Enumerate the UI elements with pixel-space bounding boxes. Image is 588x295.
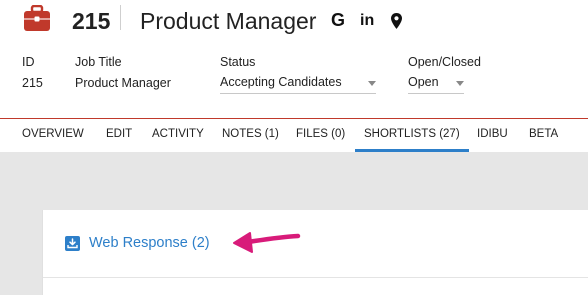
tab-overview[interactable]: OVERVIEW — [22, 119, 84, 152]
tab-files[interactable]: FILES (0) — [296, 119, 345, 152]
job-header-panel: 215 Product Manager G in ID 215 Job Titl… — [0, 0, 588, 152]
tab-beta[interactable]: BETA — [529, 119, 558, 152]
job-title-heading: Product Manager — [140, 8, 317, 34]
annotation-arrow-icon — [233, 232, 301, 253]
linkedin-icon[interactable]: in — [360, 12, 374, 30]
tab-edit[interactable]: EDIT — [106, 119, 132, 152]
open-closed-select-value: Open — [408, 75, 439, 89]
web-response-link[interactable]: Web Response (2) — [89, 235, 210, 251]
inbox-download-icon — [65, 236, 80, 251]
tab-notes[interactable]: NOTES (1) — [222, 119, 279, 152]
job-id-heading: 215 — [72, 8, 111, 34]
job-fields-row: ID 215 Job Title Product Manager Status … — [0, 52, 588, 102]
tab-shortlists[interactable]: SHORTLISTS (27) — [355, 119, 469, 152]
status-caret-icon[interactable] — [368, 81, 376, 86]
web-response-row[interactable]: Web Response (2) — [43, 210, 588, 278]
tab-idibu[interactable]: IDIBU — [477, 119, 508, 152]
tab-activity[interactable]: ACTIVITY — [152, 119, 204, 152]
status-select[interactable]: Accepting Candidates — [220, 72, 376, 94]
job-tabs: OVERVIEW EDIT ACTIVITY NOTES (1) FILES (… — [0, 119, 588, 152]
briefcase-icon — [24, 5, 50, 31]
google-icon[interactable]: G — [331, 10, 345, 31]
job-title-label: Job Title — [75, 55, 122, 69]
id-label: ID — [22, 55, 35, 69]
job-title-value: Product Manager — [75, 76, 171, 90]
header-divider — [120, 5, 121, 30]
status-select-value: Accepting Candidates — [220, 75, 342, 89]
title-bar: 215 Product Manager G in — [0, 0, 588, 44]
open-closed-label: Open/Closed — [408, 55, 481, 69]
status-label: Status — [220, 55, 256, 69]
id-value: 215 — [22, 76, 43, 90]
location-pin-icon[interactable] — [390, 12, 403, 30]
shortlist-card: Web Response (2) — [42, 210, 588, 295]
open-closed-caret-icon[interactable] — [456, 81, 464, 86]
